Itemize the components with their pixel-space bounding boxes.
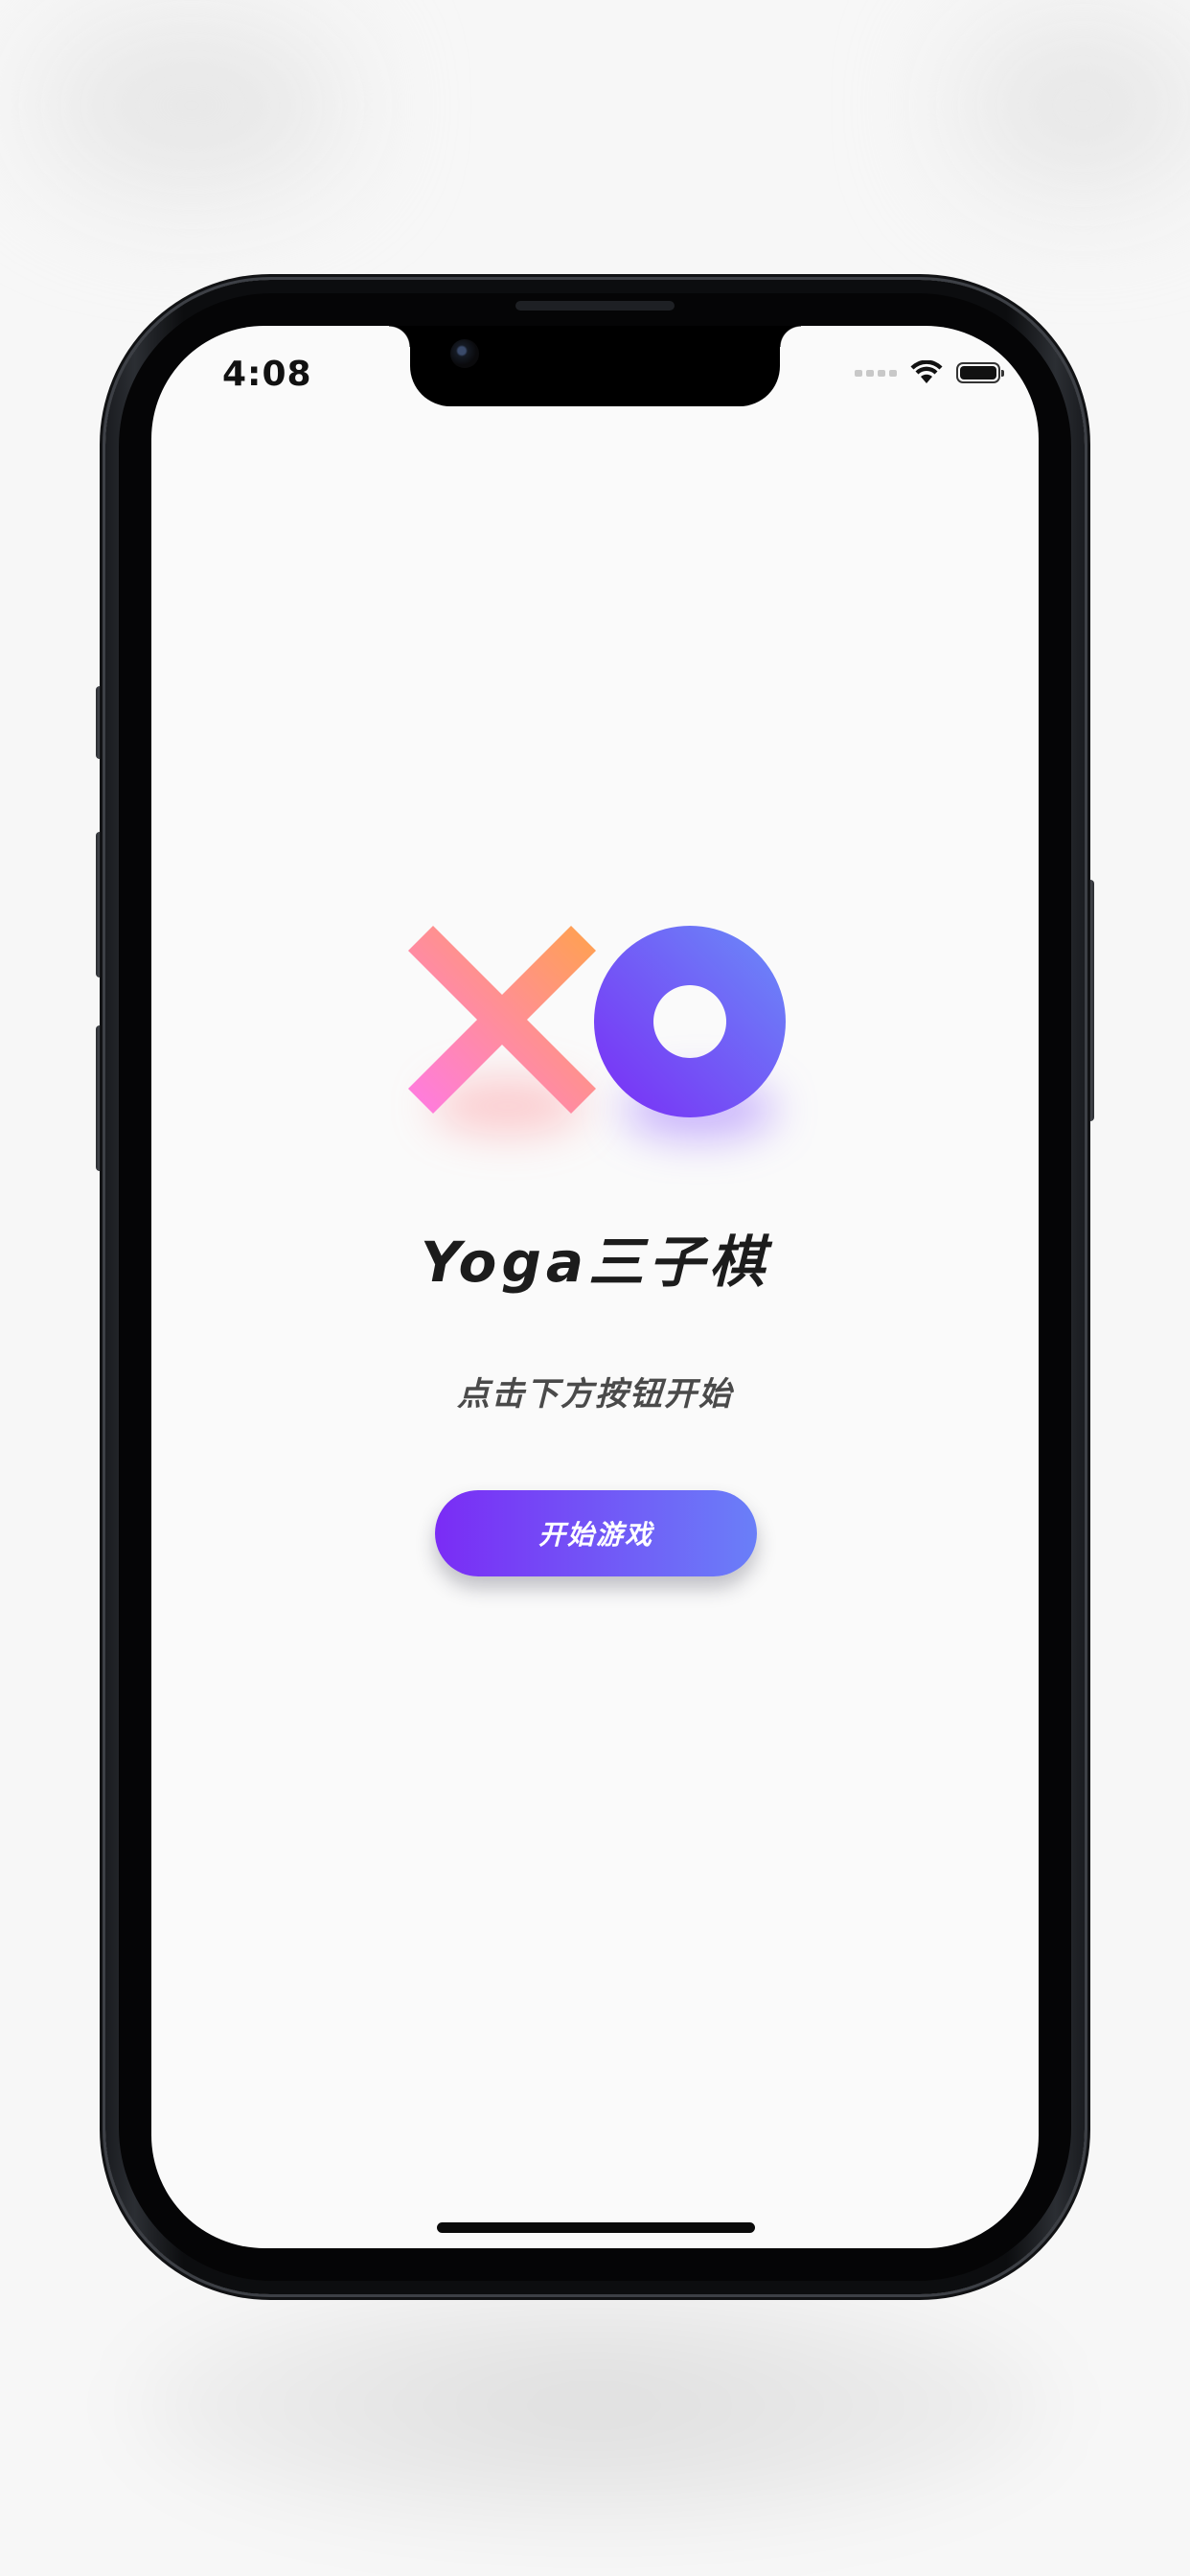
app-logo xyxy=(408,926,786,1146)
status-indicators xyxy=(855,360,1004,385)
volume-down-button xyxy=(96,1025,104,1171)
silent-switch xyxy=(96,686,104,759)
app-screen: 4:08 Yoga三子棋 点击下方按钮开始 开始游戏 xyxy=(151,326,1039,2248)
notch xyxy=(389,326,801,406)
battery-icon xyxy=(956,362,1004,383)
start-game-button[interactable]: 开始游戏 xyxy=(435,1490,757,1576)
status-time: 4:08 xyxy=(222,355,312,394)
x-mark-icon xyxy=(408,926,596,1114)
o-ring-icon xyxy=(594,926,786,1117)
instruction-text: 点击下方按钮开始 xyxy=(457,1375,733,1414)
earpiece-speaker xyxy=(515,301,675,310)
volume-up-button xyxy=(96,832,104,978)
phone-shadow xyxy=(134,2281,1054,2530)
app-title: Yoga三子棋 xyxy=(420,1230,770,1295)
cellular-signal-icon xyxy=(855,369,897,377)
background-blob-top-left xyxy=(38,19,345,192)
power-button xyxy=(1086,880,1094,1121)
background-blob-top-right xyxy=(958,19,1190,192)
wifi-icon xyxy=(910,360,943,383)
front-camera-icon xyxy=(450,339,479,368)
home-indicator[interactable] xyxy=(437,2222,755,2233)
